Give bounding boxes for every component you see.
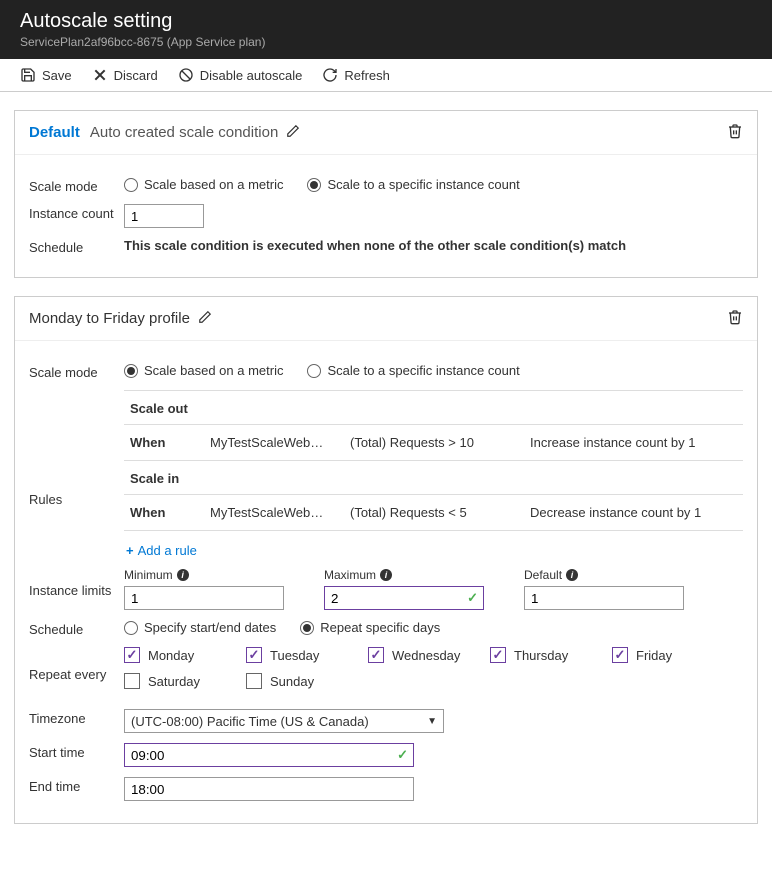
toolbar: Save Discard Disable autoscale Refresh: [0, 59, 772, 92]
start-time-input[interactable]: [124, 743, 414, 767]
minimum-label: Minimumi: [124, 568, 284, 582]
rule-metric: (Total) Requests < 5: [350, 505, 510, 520]
scale-mode-label: Scale mode: [29, 363, 124, 380]
radio-scale-metric[interactable]: Scale based on a metric: [124, 363, 283, 378]
day-label: Monday: [148, 648, 194, 663]
checkbox-thursday[interactable]: [490, 647, 506, 663]
minimum-input[interactable]: [124, 586, 284, 610]
info-icon[interactable]: i: [380, 569, 392, 581]
radio-circle: [300, 621, 314, 635]
day-label: Sunday: [270, 674, 314, 689]
rule-action: Increase instance count by 1: [530, 435, 743, 450]
refresh-icon: [322, 67, 338, 83]
checkbox-monday[interactable]: [124, 647, 140, 663]
rule-resource: MyTestScaleWebA…: [210, 435, 330, 450]
checkbox-tuesday[interactable]: [246, 647, 262, 663]
plus-icon: +: [126, 543, 134, 558]
timezone-label: Timezone: [29, 709, 124, 726]
day-label: Friday: [636, 648, 672, 663]
page-subtitle: ServicePlan2af96bcc-8675 (App Service pl…: [20, 35, 752, 49]
when-label: When: [130, 505, 190, 520]
scale-mode-label: Scale mode: [29, 177, 124, 194]
radio-circle: [124, 178, 138, 192]
check-icon: ✓: [397, 747, 408, 763]
discard-button[interactable]: Discard: [92, 67, 158, 83]
timezone-select[interactable]: (UTC-08:00) Pacific Time (US & Canada) ▼: [124, 709, 444, 733]
card-header: Monday to Friday profile: [15, 297, 757, 341]
repeat-every-label: Repeat every: [29, 665, 124, 682]
pencil-icon: [286, 124, 300, 138]
disable-autoscale-button[interactable]: Disable autoscale: [178, 67, 303, 83]
rule-resource: MyTestScaleWebA…: [210, 505, 330, 520]
rules-table: Scale out When MyTestScaleWebA… (Total) …: [124, 390, 743, 531]
schedule-text: This scale condition is executed when no…: [124, 238, 743, 253]
condition-name: Auto created scale condition: [90, 124, 278, 141]
day-label: Tuesday: [270, 648, 319, 663]
checkbox-friday[interactable]: [612, 647, 628, 663]
card-header: Default Auto created scale condition: [15, 111, 757, 155]
checkbox-saturday[interactable]: [124, 673, 140, 689]
schedule-label: Schedule: [29, 238, 124, 255]
day-label: Thursday: [514, 648, 568, 663]
delete-condition-button[interactable]: [727, 309, 743, 328]
radio-repeat-days[interactable]: Repeat specific days: [300, 620, 440, 635]
page-title: Autoscale setting: [20, 10, 752, 33]
default-input[interactable]: [524, 586, 684, 610]
radio-circle: [307, 364, 321, 378]
default-label: Defaulti: [524, 568, 684, 582]
radio-scale-specific[interactable]: Scale to a specific instance count: [307, 177, 519, 192]
scale-out-rule[interactable]: When MyTestScaleWebA… (Total) Requests >…: [124, 425, 743, 460]
scale-out-title: Scale out: [124, 391, 743, 425]
chevron-down-icon: ▼: [427, 716, 437, 727]
save-button[interactable]: Save: [20, 67, 72, 83]
rules-label: Rules: [29, 442, 124, 507]
checkbox-wednesday[interactable]: [368, 647, 384, 663]
end-time-label: End time: [29, 777, 124, 794]
when-label: When: [130, 435, 190, 450]
instance-count-label: Instance count: [29, 204, 124, 221]
radio-scale-specific[interactable]: Scale to a specific instance count: [307, 363, 519, 378]
instance-count-input[interactable]: [124, 204, 204, 228]
edit-name-button[interactable]: [286, 124, 300, 141]
day-label: Saturday: [148, 674, 200, 689]
start-time-label: Start time: [29, 743, 124, 760]
trash-icon: [727, 309, 743, 325]
disable-icon: [178, 67, 194, 83]
trash-icon: [727, 123, 743, 139]
instance-limits-label: Instance limits: [29, 581, 124, 598]
save-icon: [20, 67, 36, 83]
profile-condition-card: Monday to Friday profile Scale mode Scal…: [14, 296, 758, 824]
day-label: Wednesday: [392, 648, 460, 663]
pencil-icon: [198, 310, 212, 324]
checkbox-sunday[interactable]: [246, 673, 262, 689]
scale-in-rule[interactable]: When MyTestScaleWebA… (Total) Requests <…: [124, 495, 743, 530]
radio-circle: [124, 621, 138, 635]
page-header: Autoscale setting ServicePlan2af96bcc-86…: [0, 0, 772, 59]
schedule-label: Schedule: [29, 620, 124, 637]
maximum-input[interactable]: [324, 586, 484, 610]
default-condition-card: Default Auto created scale condition Sca…: [14, 110, 758, 278]
end-time-input[interactable]: [124, 777, 414, 801]
profile-name: Monday to Friday profile: [29, 310, 190, 327]
rule-metric: (Total) Requests > 10: [350, 435, 510, 450]
refresh-button[interactable]: Refresh: [322, 67, 390, 83]
edit-name-button[interactable]: [198, 310, 212, 327]
radio-scale-metric[interactable]: Scale based on a metric: [124, 177, 283, 192]
info-icon[interactable]: i: [566, 569, 578, 581]
radio-specify-dates[interactable]: Specify start/end dates: [124, 620, 276, 635]
maximum-label: Maximumi: [324, 568, 484, 582]
delete-condition-button[interactable]: [727, 123, 743, 142]
close-icon: [92, 67, 108, 83]
add-rule-button[interactable]: + Add a rule: [126, 543, 197, 558]
scale-in-title: Scale in: [124, 460, 743, 495]
radio-circle: [124, 364, 138, 378]
radio-circle: [307, 178, 321, 192]
rule-action: Decrease instance count by 1: [530, 505, 743, 520]
check-icon: ✓: [467, 590, 478, 606]
info-icon[interactable]: i: [177, 569, 189, 581]
default-badge: Default: [29, 124, 80, 141]
